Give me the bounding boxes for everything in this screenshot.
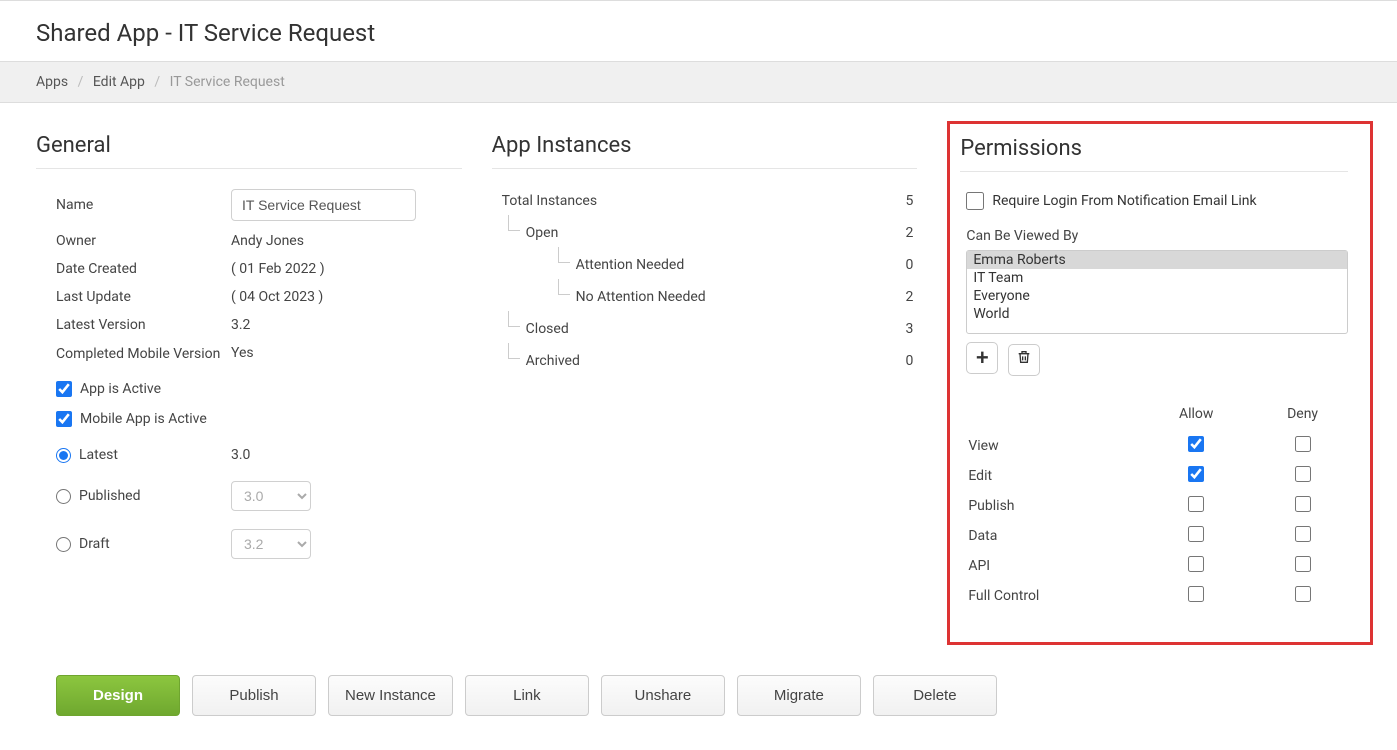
attention-label: Attention Needed [576,257,685,273]
page-title: Shared App - IT Service Request [0,1,1397,61]
archived-label: Archived [526,353,580,369]
perm-full-label: Full Control [968,582,1139,610]
published-select[interactable]: 3.0 [231,481,311,511]
publish-deny-checkbox[interactable] [1295,496,1311,512]
data-allow-checkbox[interactable] [1188,526,1204,542]
add-viewer-button[interactable]: + [966,342,998,374]
perm-edit-label: Edit [968,462,1139,490]
total-instances-label: Total Instances [502,193,597,209]
allow-header: Allow [1141,402,1251,430]
viewed-by-listbox[interactable]: Emma Roberts IT Team Everyone World [966,250,1348,334]
general-title: General [36,133,462,169]
require-login-checkbox[interactable] [966,192,984,210]
breadcrumb-apps[interactable]: Apps [36,74,68,90]
latest-radio-label: Latest [79,447,118,463]
latest-version-value: 3.2 [231,317,250,333]
total-instances-value: 5 [905,193,913,209]
list-item[interactable]: World [967,305,1347,323]
unshare-button[interactable]: Unshare [601,675,725,716]
mobile-version-label: Completed Mobile Version [56,345,231,363]
api-deny-checkbox[interactable] [1295,556,1311,572]
full-allow-checkbox[interactable] [1188,586,1204,602]
data-deny-checkbox[interactable] [1295,526,1311,542]
trash-icon [1016,348,1032,371]
last-update-value: ( 04 Oct 2023 ) [231,289,323,305]
edit-allow-checkbox[interactable] [1188,466,1204,482]
design-button[interactable]: Design [56,675,180,716]
permissions-panel: Permissions Require Login From Notificat… [947,121,1373,645]
publish-allow-checkbox[interactable] [1188,496,1204,512]
owner-value: Andy Jones [231,233,304,249]
closed-label: Closed [526,321,569,337]
open-value: 2 [905,225,913,241]
list-item[interactable]: IT Team [967,269,1347,287]
closed-value: 3 [905,321,913,337]
publish-button[interactable]: Publish [192,675,316,716]
mobile-active-label: Mobile App is Active [80,411,207,427]
published-radio-label: Published [79,488,140,504]
no-attention-label: No Attention Needed [576,289,706,305]
deny-header: Deny [1253,402,1352,430]
draft-select[interactable]: 3.2 [231,529,311,559]
app-active-checkbox[interactable] [56,381,72,397]
permissions-title: Permissions [960,136,1348,172]
draft-radio-label: Draft [79,536,110,552]
latest-radio[interactable] [56,448,71,463]
mobile-active-checkbox[interactable] [56,411,72,427]
list-item[interactable]: Everyone [967,287,1347,305]
plus-icon: + [976,347,989,369]
instances-title: App Instances [492,133,918,169]
open-label: Open [526,225,559,241]
perm-data-label: Data [968,522,1139,550]
api-allow-checkbox[interactable] [1188,556,1204,572]
link-button[interactable]: Link [465,675,589,716]
new-instance-button[interactable]: New Instance [328,675,453,716]
owner-label: Owner [56,233,231,249]
date-created-label: Date Created [56,261,231,277]
perm-publish-label: Publish [968,492,1139,520]
app-active-label: App is Active [80,381,161,397]
delete-button[interactable]: Delete [873,675,997,716]
perm-view-label: View [968,432,1139,460]
edit-deny-checkbox[interactable] [1295,466,1311,482]
no-attention-value: 2 [905,289,913,305]
view-deny-checkbox[interactable] [1295,436,1311,452]
perm-api-label: API [968,552,1139,580]
latest-value: 3.0 [231,447,250,463]
draft-radio[interactable] [56,537,71,552]
breadcrumb: Apps / Edit App / IT Service Request [0,61,1397,103]
date-created-value: ( 01 Feb 2022 ) [231,261,325,277]
delete-viewer-button[interactable] [1008,344,1040,376]
mobile-version-value: Yes [231,345,254,361]
name-input[interactable] [231,189,416,221]
breadcrumb-edit-app[interactable]: Edit App [93,74,145,90]
migrate-button[interactable]: Migrate [737,675,861,716]
latest-version-label: Latest Version [56,317,231,333]
require-login-label: Require Login From Notification Email Li… [992,193,1256,209]
published-radio[interactable] [56,489,71,504]
name-label: Name [56,197,231,213]
full-deny-checkbox[interactable] [1295,586,1311,602]
attention-value: 0 [905,257,913,273]
last-update-label: Last Update [56,289,231,305]
breadcrumb-current: IT Service Request [170,74,285,90]
view-allow-checkbox[interactable] [1188,436,1204,452]
archived-value: 0 [905,353,913,369]
list-item[interactable]: Emma Roberts [967,251,1347,269]
viewed-by-label: Can Be Viewed By [966,228,1348,244]
